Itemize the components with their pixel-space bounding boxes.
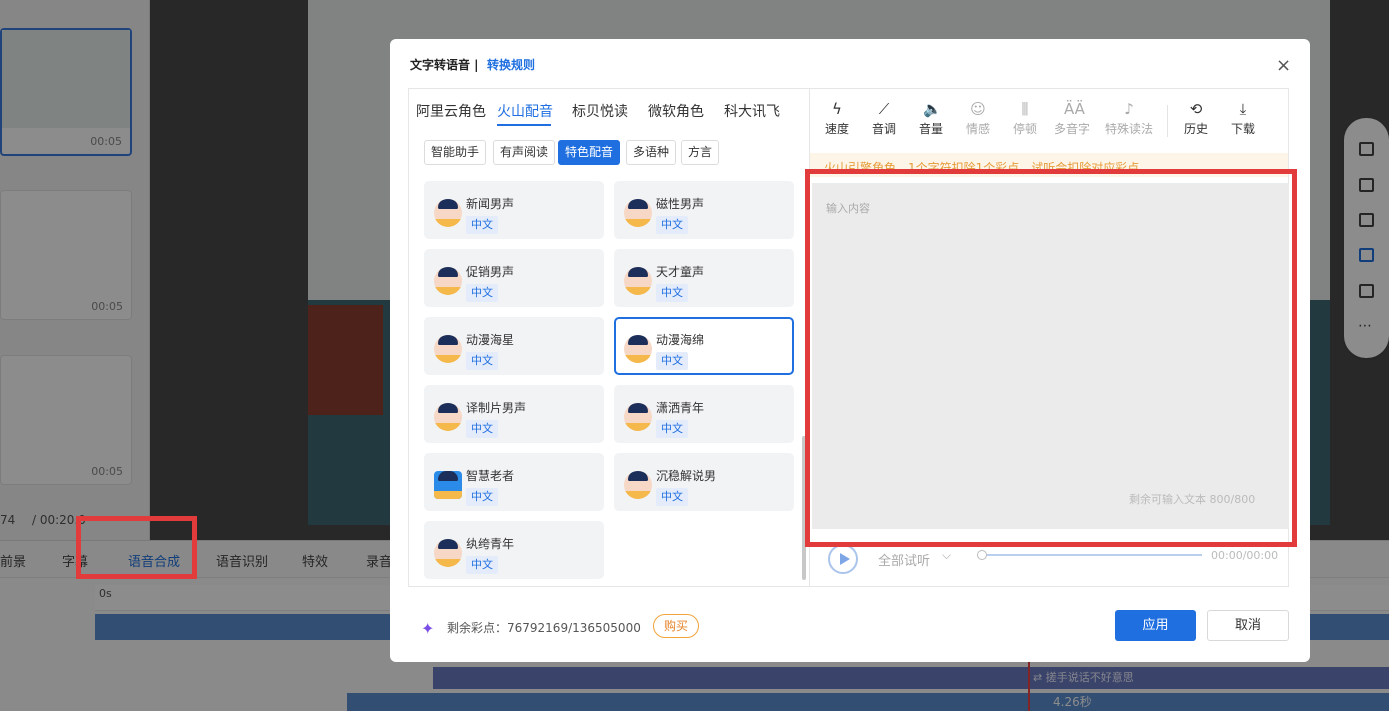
voice-name: 磁性男声 — [656, 197, 705, 211]
polyphone-tool[interactable]: ÄÄ 多音字 — [1052, 101, 1092, 137]
volume-tool[interactable]: 🔈 音量 — [911, 101, 951, 137]
voice-name: 促销男声 — [466, 265, 515, 279]
voice-name: 纨绔青年 — [466, 537, 515, 551]
highlight-box — [76, 516, 197, 579]
voice-name: 新闻男声 — [466, 197, 515, 211]
pitch-tool[interactable]: ⟋ 音调 — [864, 101, 904, 137]
special-reading-icon: ♪ — [1124, 100, 1134, 118]
category-audiobook[interactable]: 有声阅读 — [493, 140, 556, 165]
category-smart-assistant[interactable]: 智能助手 — [424, 140, 487, 165]
tool-label: 下载 — [1230, 122, 1255, 136]
voice-avatar — [624, 267, 652, 295]
voice-card[interactable]: 磁性男声 中文 — [614, 181, 794, 239]
voice-avatar — [624, 471, 652, 499]
lightning-icon: ϟ — [832, 100, 842, 118]
voice-name: 译制片男声 — [466, 401, 527, 415]
voice-avatar — [434, 267, 462, 295]
play-button[interactable] — [828, 544, 858, 574]
voice-language-tag: 中文 — [466, 488, 498, 506]
voice-card[interactable]: 天才童声 中文 — [614, 249, 794, 307]
voice-language-tag: 中文 — [656, 352, 688, 370]
close-icon[interactable]: × — [1276, 55, 1291, 76]
voice-avatar — [434, 403, 462, 431]
voice-card[interactable]: 译制片男声 中文 — [424, 385, 604, 443]
pause-tool[interactable]: ⫼ 停顿 — [1005, 101, 1045, 137]
voice-card[interactable]: 沉稳解说男 中文 — [614, 453, 794, 511]
tool-label: 特殊读法 — [1104, 122, 1153, 136]
voice-avatar — [624, 199, 652, 227]
audio-time: 00:00/00:00 — [1211, 549, 1279, 562]
voice-language-tag: 中文 — [656, 488, 688, 506]
voice-name: 天才童声 — [656, 265, 705, 279]
history-tool[interactable]: ⟲ 历史 — [1176, 101, 1216, 137]
download-icon: ⤓ — [1239, 100, 1247, 118]
highlight-box — [805, 169, 1297, 547]
tab-volcano[interactable]: 火山配音 — [497, 101, 553, 121]
voice-card[interactable]: 纨绔青年 中文 — [424, 521, 604, 579]
toolbar-divider — [1167, 105, 1168, 137]
voice-language-tag: 中文 — [656, 216, 688, 234]
voice-avatar — [624, 335, 652, 363]
tool-label: 速度 — [824, 122, 849, 136]
audio-progress-bar[interactable] — [987, 554, 1202, 556]
download-tool[interactable]: ⤓ 下载 — [1223, 101, 1263, 137]
tool-label: 音量 — [918, 122, 943, 136]
special-reading-tool[interactable]: ♪ 特殊读法 — [1103, 101, 1155, 137]
conversion-rules-link[interactable]: 转换规则 — [487, 56, 535, 73]
listen-all-dropdown[interactable]: 全部试听 — [878, 550, 930, 569]
cancel-button[interactable]: 取消 — [1207, 610, 1289, 641]
sparkle-icon: ✦ — [421, 619, 435, 638]
voice-language-tag: 中文 — [466, 284, 498, 302]
tab-biaobei[interactable]: 标贝悦读 — [572, 101, 628, 121]
category-featured[interactable]: 特色配音 — [558, 140, 621, 165]
voice-card[interactable]: 潇洒青年 中文 — [614, 385, 794, 443]
emotion-tool[interactable]: ☺ 情感 — [958, 101, 998, 137]
volume-icon: 🔈 — [923, 100, 942, 118]
polyphone-icon: ÄÄ — [1064, 100, 1085, 118]
voice-language-tag: 中文 — [656, 284, 688, 302]
voice-language-tag: 中文 — [466, 556, 498, 574]
tab-microsoft[interactable]: 微软角色 — [648, 101, 704, 121]
chevron-down-icon[interactable]: ⌵ — [942, 548, 951, 563]
voice-card[interactable]: 新闻男声 中文 — [424, 181, 604, 239]
voice-name: 动漫海星 — [466, 333, 515, 347]
voice-language-tag: 中文 — [656, 420, 688, 438]
voice-name: 动漫海绵 — [656, 333, 705, 347]
apply-button[interactable]: 应用 — [1115, 610, 1196, 641]
tab-aliyun[interactable]: 阿里云角色 — [416, 101, 486, 121]
tool-label: 情感 — [965, 122, 990, 136]
tool-label: 音调 — [871, 122, 896, 136]
dialog-title: 文字转语音 | — [410, 58, 479, 72]
buy-button[interactable]: 购买 — [653, 614, 699, 638]
voice-language-tag: 中文 — [466, 216, 498, 234]
pitch-icon: ⟋ — [878, 100, 890, 118]
voice-name: 沉稳解说男 — [656, 469, 717, 483]
category-dialect[interactable]: 方言 — [681, 140, 720, 165]
voice-language-tag: 中文 — [466, 352, 498, 370]
active-tab-indicator — [497, 124, 551, 126]
voice-name: 潇洒青年 — [656, 401, 705, 415]
emotion-icon: ☺ — [970, 100, 986, 118]
voice-card[interactable]: 智慧老者 中文 — [424, 453, 604, 511]
history-icon: ⟲ — [1189, 100, 1203, 118]
voice-avatar — [624, 403, 652, 431]
voice-avatar — [434, 335, 462, 363]
tool-label: 停顿 — [1012, 122, 1037, 136]
remaining-points: 剩余彩点：76792169/136505000 — [447, 621, 641, 635]
tool-label: 多音字 — [1053, 122, 1090, 136]
voice-card[interactable]: 动漫海星 中文 — [424, 317, 604, 375]
voice-name: 智慧老者 — [466, 469, 515, 483]
voice-card[interactable]: 促销男声 中文 — [424, 249, 604, 307]
tab-iflytek[interactable]: 科大讯飞 — [724, 101, 780, 121]
voice-card-selected[interactable]: 动漫海绵 中文 — [614, 317, 794, 375]
voice-avatar — [434, 471, 462, 499]
tool-label: 历史 — [1183, 122, 1208, 136]
voice-language-tag: 中文 — [466, 420, 498, 438]
voice-avatar — [434, 199, 462, 227]
speed-tool[interactable]: ϟ 速度 — [817, 101, 857, 137]
pause-icon: ⫼ — [1021, 100, 1029, 118]
category-multilingual[interactable]: 多语种 — [626, 140, 677, 165]
progress-handle[interactable] — [977, 550, 987, 560]
voice-avatar — [434, 539, 462, 567]
